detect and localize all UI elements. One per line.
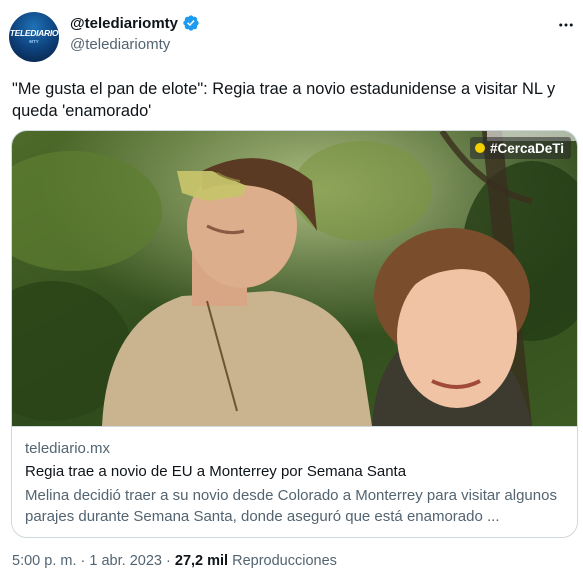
tweet-text: "Me gusta el pan de elote": Regia trae a… bbox=[12, 80, 556, 120]
hashtag-label: #CercaDeTi bbox=[489, 140, 564, 156]
user-handle[interactable]: @telediariomty bbox=[70, 36, 170, 53]
more-options-button[interactable] bbox=[555, 14, 577, 36]
tweet-time[interactable]: 5:00 p. m. bbox=[12, 553, 76, 569]
verified-badge-icon bbox=[182, 14, 200, 32]
avatar-logo-subtext: MTY bbox=[29, 39, 39, 44]
meta-separator: · bbox=[80, 553, 86, 569]
avatar[interactable]: TELEDIARIO MTY bbox=[9, 12, 59, 62]
name-row: @telediariomty bbox=[70, 14, 200, 32]
display-name[interactable]: @telediariomty bbox=[70, 15, 178, 32]
meta-separator: · bbox=[166, 553, 171, 569]
card-image[interactable]: #CercaDeTi bbox=[12, 131, 577, 426]
views-count: 27,2 mil bbox=[174, 553, 229, 569]
hashtag-badge: #CercaDeTi bbox=[469, 137, 571, 159]
card-title[interactable]: Regia trae a novio de EU a Monterrey por… bbox=[25, 463, 406, 480]
card-divider bbox=[12, 426, 577, 427]
avatar-logo-text: TELEDIARIO bbox=[9, 28, 59, 38]
forest-couple-photo bbox=[12, 131, 577, 426]
tweet-header: TELEDIARIO MTY @telediariomty @telediari… bbox=[0, 0, 583, 70]
views-label: Reproducciones bbox=[232, 553, 337, 569]
live-dot-icon bbox=[474, 143, 485, 153]
link-preview-card[interactable]: #CercaDeTi telediario.mx Regia trae a no… bbox=[11, 130, 578, 538]
card-domain[interactable]: telediario.mx bbox=[25, 440, 110, 457]
more-icon bbox=[559, 23, 573, 27]
tweet-date[interactable]: 1 abr. 2023 bbox=[89, 553, 162, 569]
card-description[interactable]: Melina decidió traer a su novio desde Co… bbox=[25, 485, 565, 527]
tweet-meta: 5:00 p. m. · 1 abr. 2023 · 27,2 mil Repr… bbox=[12, 553, 337, 569]
